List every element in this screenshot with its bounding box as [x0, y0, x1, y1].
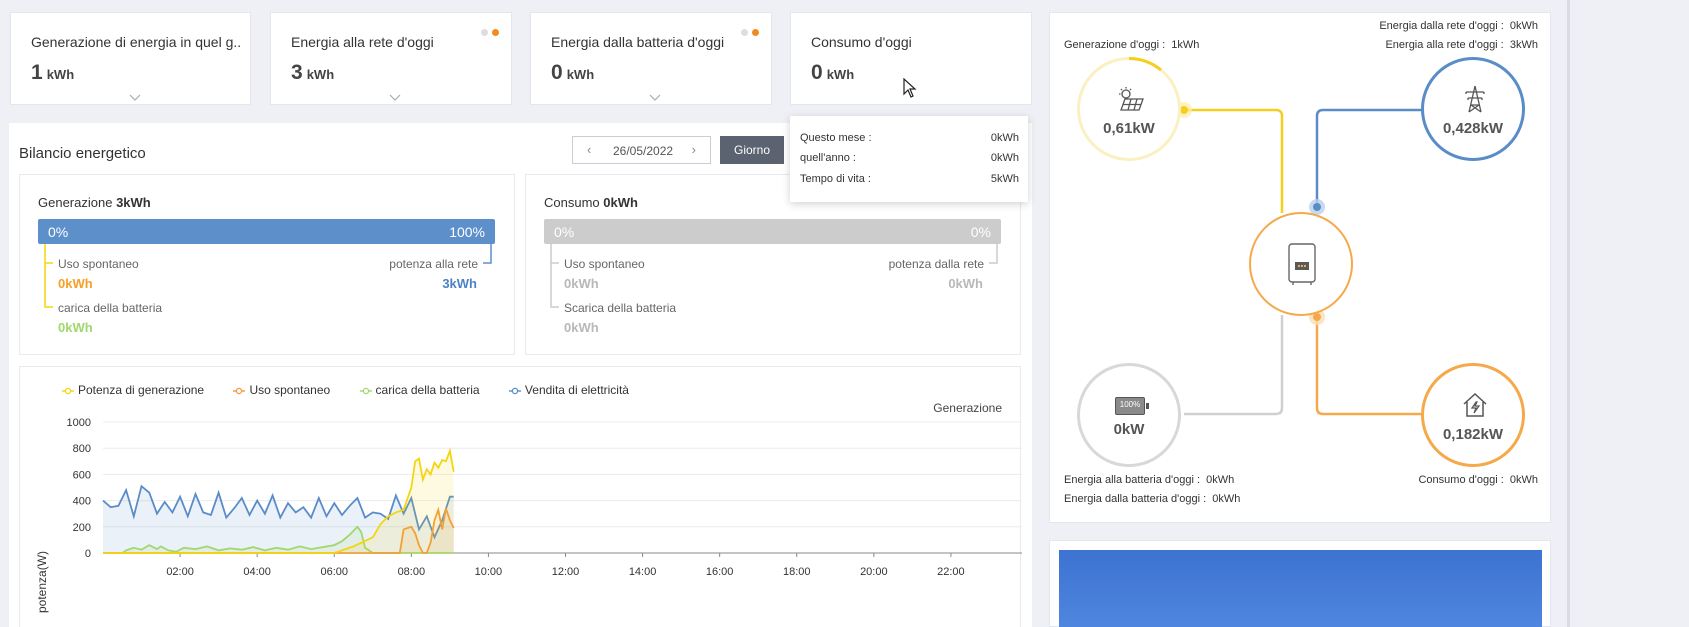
consumption-tooltip: Questo mese :0kWh quell'anno :0kWh Tempo…: [790, 116, 1028, 202]
energy-flow-panel: Generazione d'oggi : 1kWh Energia dalla …: [1049, 12, 1551, 523]
kpi-card-generation[interactable]: Generazione di energia in quel g... 1 kWh: [10, 12, 251, 105]
battery-icon: 100%: [1115, 397, 1145, 415]
x-tick-label: 06:00: [320, 566, 348, 578]
kpi-title: Energia alla rete d'oggi: [291, 34, 434, 50]
batt-to-today: Energia alla batteria d'oggi : 0kWh: [1064, 474, 1235, 486]
kpi-title: Energia dalla batteria d'oggi: [551, 34, 725, 50]
kpi-value: 0 kWh: [811, 61, 855, 84]
self-use-label: Uso spontaneo: [58, 257, 139, 271]
y-tick-label: 800: [73, 443, 91, 455]
load-node[interactable]: 0,182kW: [1421, 363, 1525, 467]
battery-tip: [1146, 403, 1149, 409]
y-tick-label: 200: [73, 522, 91, 534]
battery-discharge-label: Scarica della batteria: [564, 301, 677, 315]
house-icon: [1463, 392, 1487, 417]
kpi-title: Consumo d'oggi: [811, 34, 912, 50]
kpi-title: Generazione di energia in quel g...: [31, 34, 241, 50]
pv-progress-arc: [1128, 57, 1162, 72]
battery-discharge-value: 0kWh: [564, 320, 599, 335]
scrollbar-track[interactable]: [1567, 0, 1570, 627]
battery-charge-label: carica della batteria: [58, 301, 163, 315]
power-tower-icon: [1465, 85, 1485, 113]
load-power: 0,182kW: [1442, 426, 1504, 443]
grid-import-label: potenza dalla rete: [888, 257, 984, 271]
banner-card: [1049, 540, 1551, 627]
chevron-left-icon[interactable]: ‹: [587, 142, 591, 157]
chevron-down-icon[interactable]: [129, 91, 141, 103]
kpi-card-grid-export[interactable]: Energia alla rete d'oggi 3 kWh: [270, 12, 512, 105]
battery-node[interactable]: 100% 0kW: [1077, 363, 1181, 467]
self-use-value: 0kWh: [564, 276, 599, 291]
x-tick-label: 02:00: [166, 566, 194, 578]
battery-charge-value: 0kWh: [58, 320, 93, 335]
y-axis-label: potenza(W): [35, 551, 49, 613]
x-tick-label: 20:00: [860, 566, 888, 578]
kpi-card-battery-discharge[interactable]: Energia dalla batteria d'oggi 0 kWh: [530, 12, 772, 105]
consumption-today: Consumo d'oggi : 0kWh: [1418, 474, 1538, 486]
x-tick-label: 18:00: [783, 566, 811, 578]
x-tick-label: 10:00: [475, 566, 503, 578]
battery-level: 100%: [1119, 400, 1141, 409]
y-tick-label: 1000: [67, 417, 91, 429]
chevron-down-icon[interactable]: [389, 91, 401, 103]
banner-image: [1059, 550, 1542, 627]
x-tick-label: 16:00: [706, 566, 734, 578]
power-chart: Potenza di generazione Uso spontaneo car…: [19, 366, 1022, 627]
date-picker[interactable]: ‹ 26/05/2022 ›: [572, 136, 711, 164]
kpi-value: 1 kWh: [31, 61, 75, 84]
kpi-value: 0 kWh: [551, 61, 595, 84]
grid-power: 0,428kW: [1442, 120, 1504, 137]
self-use-value: 0kWh: [58, 276, 93, 291]
x-tick-label: 12:00: [552, 566, 580, 578]
grid-node[interactable]: 0,428kW: [1421, 57, 1525, 161]
grid-export-label: potenza alla rete: [389, 257, 478, 271]
date-value: 26/05/2022: [613, 144, 674, 158]
y-tick-label: 600: [73, 469, 91, 481]
y-tick-label: 0: [85, 548, 91, 560]
grid-import-value: 0kWh: [948, 276, 983, 291]
chevron-right-icon[interactable]: ›: [692, 142, 696, 157]
tooltip-row: quell'anno :0kWh: [800, 152, 1019, 164]
x-tick-label: 22:00: [937, 566, 965, 578]
x-tick-label: 14:00: [629, 566, 657, 578]
x-tick-label: 04:00: [243, 566, 271, 578]
battery-power: 0kW: [1113, 421, 1145, 438]
chart-plot: 0 200 400 600 800 1000 02:00 04:00 06:00 08:00 10:…: [35, 417, 1022, 613]
inverter-node[interactable]: [1249, 212, 1353, 316]
chevron-down-icon[interactable]: [649, 91, 661, 103]
tooltip-row: Questo mese :0kWh: [800, 132, 1019, 144]
grid-export-value: 3kWh: [442, 276, 477, 291]
batt-from-today: Energia dalla batteria d'oggi : 0kWh: [1064, 493, 1241, 505]
section-title: Bilancio energetico: [19, 145, 146, 162]
kpi-value: 3 kWh: [291, 61, 335, 84]
inverter-icon: [1288, 243, 1316, 285]
y-tick-label: 400: [73, 496, 91, 508]
x-tick-label: 08:00: [398, 566, 426, 578]
generation-balance: Generazione 3kWh 0% 100% Uso spontaneo 0k…: [19, 174, 515, 355]
mouse-cursor-icon: [903, 78, 917, 98]
self-use-label: Uso spontaneo: [564, 257, 645, 271]
tooltip-row: Tempo di vita :5kWh: [800, 173, 1019, 185]
day-button[interactable]: Giorno: [720, 136, 784, 164]
